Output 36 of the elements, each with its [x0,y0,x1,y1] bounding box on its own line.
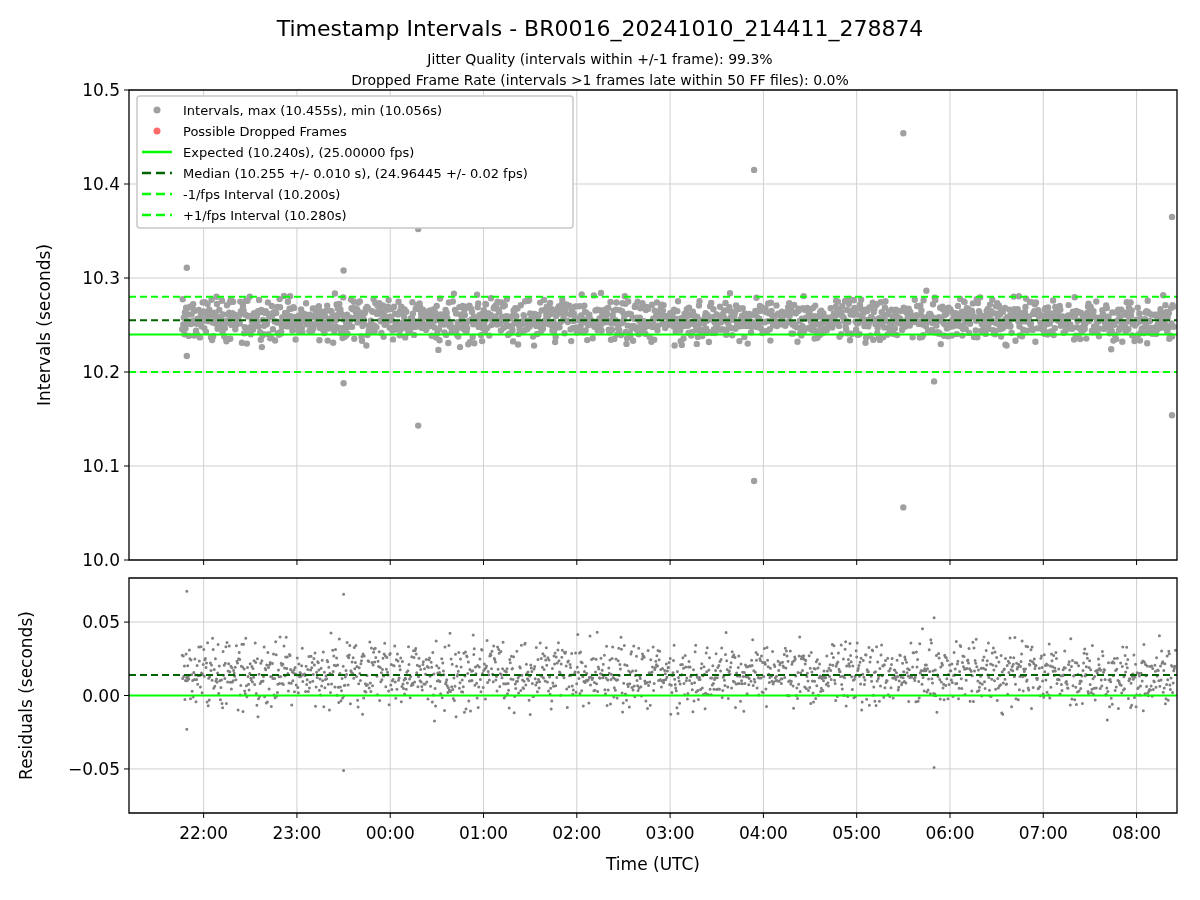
y-axis-label: Residuals (seconds) [16,611,36,780]
figure-subtitle: Dropped Frame Rate (intervals >1 frames late within 50 FF files): 0.0% [351,72,849,88]
x-tick-label: 01:00 [459,823,508,843]
x-tick-label: 06:00 [925,823,975,843]
x-tick-label: 05:00 [832,823,882,843]
x-tick-label: 02:00 [552,823,602,843]
legend-line-icon [142,171,172,175]
x-tick-label: 00:00 [365,823,415,843]
legend-line-icon [142,150,172,154]
y-tick-label: 10.1 [82,456,120,476]
x-axis-label: Time (UTC) [606,854,700,874]
y-tick-label: 10.4 [82,174,120,194]
y-tick-label: −0.05 [67,758,120,779]
y-tick-label: 10.3 [82,268,120,288]
x-tick-label: 07:00 [1018,823,1068,843]
y-tick-label: 10.0 [82,550,120,570]
x-tick-label: 04:00 [738,823,788,843]
y-tick-label: 10.5 [82,80,120,100]
y-axis-label: Intervals (seconds) [34,243,54,407]
legend-line-icon [142,213,172,217]
legend-label: Median (10.255 +/- 0.010 s), (24.96445 +/- 0.02 fps) [183,165,528,181]
x-tick-label: 23:00 [272,823,322,843]
legend-line-icon [142,192,172,196]
y-tick-label: 0.05 [82,612,120,633]
figure-title: Timestamp Intervals - BR0016_20241010_214411_278874 [276,16,924,41]
figure-subtitle: Jitter Quality (intervals within +/-1 frame): 99.3% [427,51,773,67]
legend-label: Intervals, max (10.455s), min (10.056s) [183,102,442,118]
legend-label: -1/fps Interval (10.200s) [183,186,341,202]
y-tick-label: 10.2 [82,362,120,382]
x-tick-label: 22:00 [179,823,229,843]
legend-label: +1/fps Interval (10.280s) [183,207,347,223]
x-tick-label: 08:00 [1112,823,1162,843]
legend-label: Possible Dropped Frames [183,123,347,139]
y-tick-label: 0.00 [82,685,120,706]
x-tick-label: 03:00 [645,823,695,843]
legend-label: Expected (10.240s), (25.00000 fps) [183,144,415,160]
